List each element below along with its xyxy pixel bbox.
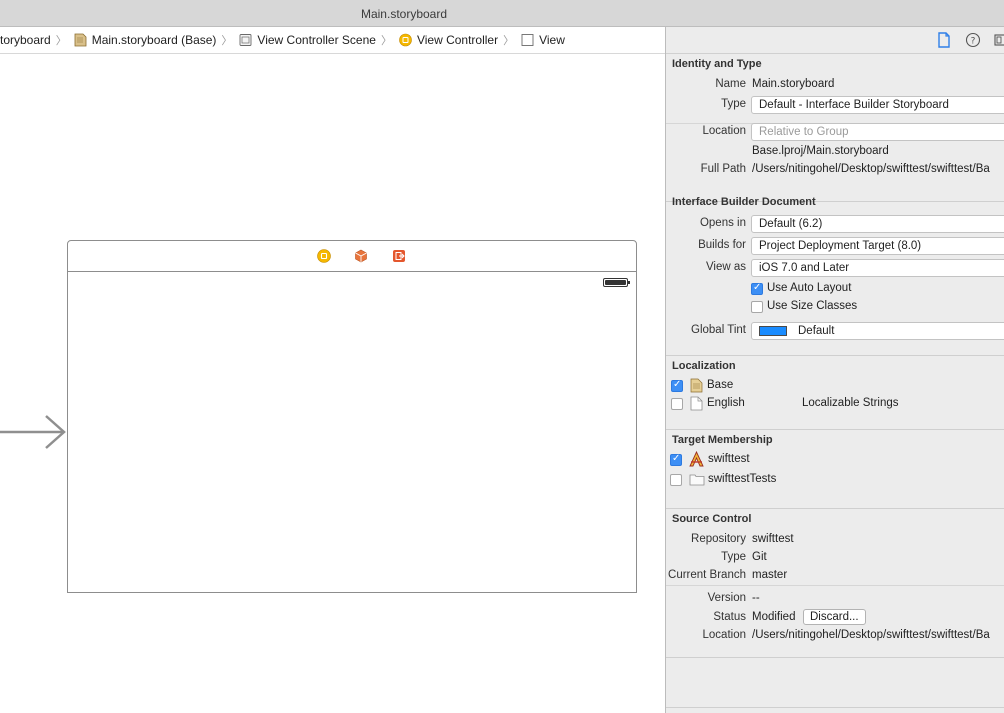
use-size-classes-checkbox[interactable] <box>751 301 763 313</box>
interface-builder-document-section: Interface Builder Document Opens in Defau… <box>666 192 1004 356</box>
section-heading: Identity and Type <box>672 58 762 70</box>
repository-value: swifttest <box>752 533 794 545</box>
status-value: Modified <box>752 611 796 623</box>
localization-section: Localization Base English Localizable St… <box>666 356 1004 430</box>
scene-icon <box>239 34 252 46</box>
app-target-icon <box>689 451 704 467</box>
identity-inspector-tab-icon[interactable] <box>994 32 1004 48</box>
target-swifttesttests-label: swifttestTests <box>708 473 777 485</box>
version-label: Version <box>707 592 746 604</box>
breadcrumb-label: View <box>539 33 565 47</box>
quick-help-tab-icon[interactable]: ? <box>965 32 981 48</box>
breadcrumb-separator-icon: 〉 <box>55 35 67 47</box>
storyboard-icon <box>74 33 87 47</box>
scm-location-value: /Users/nitingohel/Desktop/swifttest/swif… <box>752 629 990 641</box>
breadcrumb-separator-icon: 〉 <box>503 35 515 47</box>
localization-base-checkbox[interactable] <box>671 379 683 392</box>
test-bundle-icon <box>689 474 705 486</box>
location-label: Location <box>702 125 746 137</box>
repository-label: Repository <box>691 533 746 545</box>
use-auto-layout-checkbox[interactable] <box>751 282 763 295</box>
global-tint-value: Default <box>798 325 835 337</box>
use-size-classes-label[interactable]: Use Size Classes <box>767 300 857 312</box>
breadcrumb-main-storyboard-base[interactable]: Main.storyboard (Base) <box>72 33 217 47</box>
breadcrumb-view-controller-scene[interactable]: View Controller Scene <box>237 33 376 47</box>
builds-for-label: Builds for <box>698 239 746 251</box>
full-path-label: Full Path <box>700 163 746 175</box>
localization-base-label: Base <box>707 379 734 391</box>
breadcrumb-storyboard[interactable]: toryboard <box>0 33 51 47</box>
name-value[interactable]: Main.storyboard <box>752 78 834 90</box>
breadcrumb-separator-icon: 〉 <box>221 35 233 47</box>
battery-icon <box>603 278 630 287</box>
name-label: Name <box>715 78 746 90</box>
empty-section <box>666 658 1004 708</box>
tint-color-swatch <box>759 326 787 336</box>
scm-type-value: Git <box>752 551 767 563</box>
scene-dock <box>68 241 636 272</box>
exit-icon[interactable] <box>392 249 406 263</box>
target-swifttest-checkbox[interactable] <box>670 453 682 466</box>
inspector-tab-bar: ? <box>666 27 1004 54</box>
view-controller-icon <box>399 33 412 47</box>
breadcrumb-label: View Controller Scene <box>257 33 376 47</box>
jump-bar: toryboard 〉 Main.storyboard (Base) 〉 Vie… <box>0 27 665 54</box>
section-heading: Interface Builder Document <box>672 196 816 208</box>
file-icon <box>690 396 703 411</box>
breadcrumb-label: View Controller <box>416 33 499 47</box>
section-heading: Target Membership <box>672 434 773 446</box>
relative-path-value: Base.lproj/Main.storyboard <box>752 145 889 157</box>
source-control-section: Source Control Repository swifttest Type G… <box>666 509 1004 658</box>
target-swifttesttests-checkbox[interactable] <box>670 474 682 486</box>
breadcrumb-view[interactable]: View <box>519 33 565 47</box>
breadcrumb-label: Main.storyboard (Base) <box>91 33 217 47</box>
window-title: Main.storyboard <box>360 7 448 21</box>
section-heading: Localization <box>672 360 736 372</box>
current-branch-label: Current Branch <box>668 569 746 581</box>
first-responder-icon[interactable] <box>354 249 368 263</box>
use-auto-layout-label[interactable]: Use Auto Layout <box>767 282 851 294</box>
type-popup[interactable]: Default - Interface Builder Storyboard <box>751 96 1004 114</box>
view-controller-icon[interactable] <box>317 249 331 263</box>
target-swifttest-label: swifttest <box>708 453 750 465</box>
storyboard-entry-point-arrow-icon[interactable] <box>0 412 68 452</box>
storyboard-canvas[interactable]: toryboard 〉 Main.storyboard (Base) 〉 Vie… <box>0 27 665 713</box>
status-label: Status <box>713 611 746 623</box>
opens-in-label: Opens in <box>699 217 746 229</box>
localization-english-label: English <box>707 397 745 409</box>
full-path-value: /Users/nitingohel/Desktop/swifttest/swif… <box>752 163 990 175</box>
identity-and-type-section: Identity and Type Name Main.storyboard Ty… <box>666 54 1004 202</box>
file-inspector: ? Identity and Type Name Main.storyboard … <box>665 27 1004 713</box>
localization-english-checkbox[interactable] <box>671 398 683 410</box>
scm-location-label: Location <box>702 629 746 641</box>
target-membership-section: Target Membership swifttest swifttestTes… <box>666 430 1004 509</box>
localization-type-value[interactable]: Localizable Strings <box>802 397 899 409</box>
section-heading: Source Control <box>672 513 752 525</box>
breadcrumb-view-controller[interactable]: View Controller <box>397 33 498 47</box>
opens-in-popup[interactable]: Default (6.2) <box>751 215 1004 233</box>
svg-text:?: ? <box>971 37 976 47</box>
view-as-popup[interactable]: iOS 7.0 and Later <box>751 259 1004 277</box>
location-popup[interactable]: Relative to Group <box>751 123 1004 141</box>
breadcrumb-separator-icon: 〉 <box>380 35 392 47</box>
type-label: Type <box>721 98 746 110</box>
view-as-label: View as <box>705 261 746 273</box>
builds-for-popup[interactable]: Project Deployment Target (8.0) <box>751 237 1004 255</box>
version-value: -- <box>752 592 760 604</box>
localized-file-icon <box>690 378 703 393</box>
view-controller-scene[interactable] <box>67 240 637 593</box>
scm-type-label: Type <box>721 551 746 563</box>
discard-button[interactable]: Discard... <box>803 609 866 625</box>
view-icon <box>521 34 534 46</box>
file-inspector-tab-icon[interactable] <box>936 32 952 48</box>
global-tint-popup[interactable]: Default <box>751 322 1004 340</box>
divider <box>666 585 1004 586</box>
global-tint-label: Global Tint <box>691 324 746 336</box>
breadcrumb-label: toryboard <box>0 33 51 47</box>
title-bar: Main.storyboard <box>0 0 1004 27</box>
current-branch-value: master <box>752 569 788 581</box>
